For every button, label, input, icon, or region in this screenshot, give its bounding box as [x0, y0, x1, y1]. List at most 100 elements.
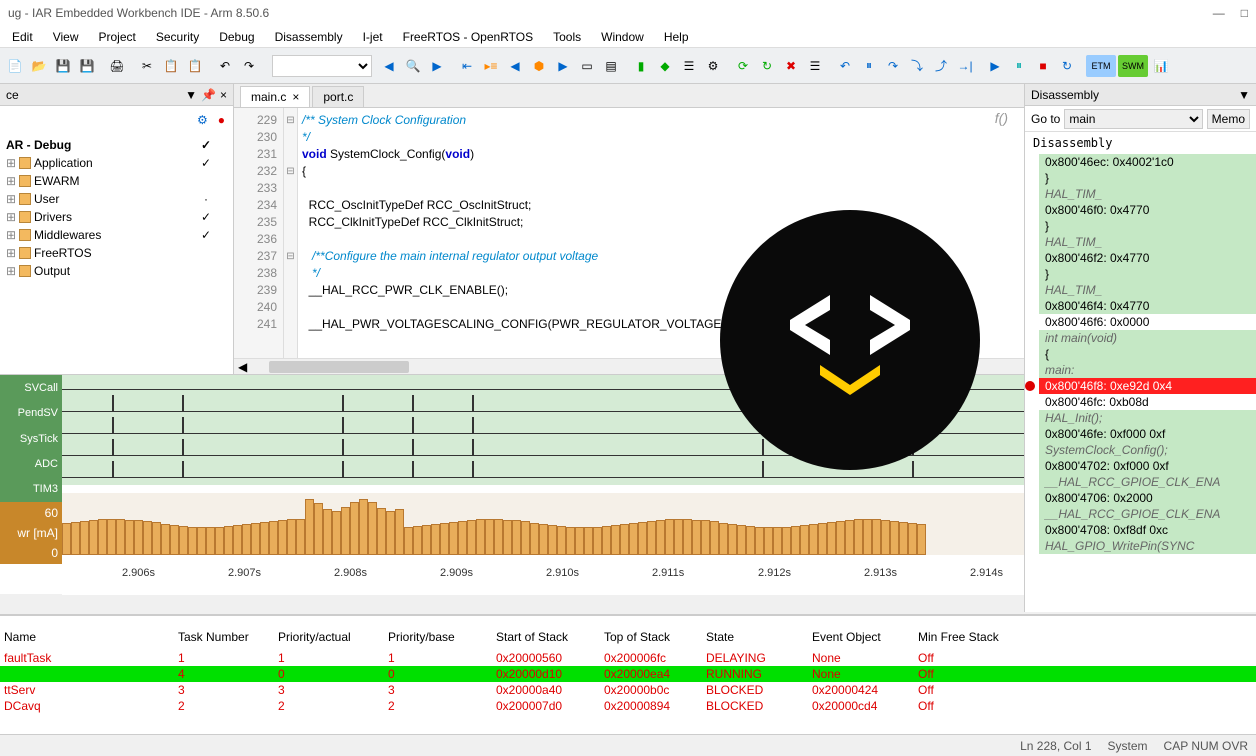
open-icon[interactable]: 📂	[28, 55, 50, 77]
disasm-line[interactable]: 0x800'46f8: 0xe92d 0x4	[1039, 378, 1256, 394]
print-icon[interactable]: 🖨	[106, 55, 128, 77]
paste-icon[interactable]: 📋	[184, 55, 206, 77]
tree-item-output[interactable]: ⊞Output	[4, 262, 229, 280]
disasm-line[interactable]: HAL_TIM_	[1039, 282, 1256, 298]
tool-icon[interactable]: ⚙	[702, 55, 724, 77]
minimize-icon[interactable]: —	[1213, 6, 1225, 20]
menu-tools[interactable]: Tools	[545, 28, 589, 46]
task-row[interactable]: 4000x20000d100x20000ea4RUNNINGNoneOff	[0, 666, 1256, 682]
disasm-line[interactable]: 0x800'46ec: 0x4002'1c0	[1039, 154, 1256, 170]
run-to-icon[interactable]: →|	[954, 55, 976, 77]
step-over-icon[interactable]: ↷	[882, 55, 904, 77]
disasm-line[interactable]: 0x800'46f0: 0x4770	[1039, 202, 1256, 218]
disasm-line[interactable]: 0x800'46f2: 0x4770	[1039, 250, 1256, 266]
disasm-line[interactable]: }	[1039, 170, 1256, 186]
reset-icon[interactable]: ↶	[834, 55, 856, 77]
halt-icon[interactable]: ■	[1032, 55, 1054, 77]
swm-badge[interactable]: SWM	[1118, 55, 1148, 77]
record-icon[interactable]: ●	[218, 113, 225, 127]
disasm-line[interactable]: main:	[1039, 362, 1256, 378]
next-icon[interactable]: ▶	[552, 55, 574, 77]
menu-disassembly[interactable]: Disassembly	[267, 28, 351, 46]
gear-icon[interactable]: ⚙	[197, 113, 208, 127]
stop-icon[interactable]: ✖	[780, 55, 802, 77]
disasm-line[interactable]: SystemClock_Config();	[1039, 442, 1256, 458]
maximize-icon[interactable]: □	[1241, 6, 1248, 20]
shield-icon[interactable]: ⬢	[528, 55, 550, 77]
disasm-line[interactable]: __HAL_RCC_GPIOE_CLK_ENA	[1039, 506, 1256, 522]
cube-icon[interactable]: ◆	[654, 55, 676, 77]
breakpoint-icon[interactable]	[1025, 381, 1035, 391]
close-tab-icon[interactable]: ×	[292, 90, 299, 104]
disasm-line[interactable]: 0x800'46fe: 0xf000 0xf	[1039, 426, 1256, 442]
window-icon[interactable]: ▭	[576, 55, 598, 77]
menu-debug[interactable]: Debug	[211, 28, 262, 46]
chip-green-icon[interactable]: ▮	[630, 55, 652, 77]
etm-badge[interactable]: ETM	[1086, 55, 1116, 77]
close-panel-icon[interactable]: ×	[220, 88, 227, 102]
tree-item-user[interactable]: ⊞User·	[4, 190, 229, 208]
menu-edit[interactable]: Edit	[4, 28, 41, 46]
tab-main-c[interactable]: main.c×	[240, 86, 310, 107]
menu-freertos-openrtos[interactable]: FreeRTOS - OpenRTOS	[395, 28, 542, 46]
nav-fwd-icon[interactable]: ▶	[426, 55, 448, 77]
tree-item-freertos[interactable]: ⊞FreeRTOS	[4, 244, 229, 262]
disasm-line[interactable]: }	[1039, 266, 1256, 282]
disasm-line[interactable]: 0x800'46f6: 0x0000	[1039, 314, 1256, 330]
task-row[interactable]: ttServ3330x20000a400x20000b0cBLOCKED0x20…	[0, 682, 1256, 698]
disasm-line[interactable]: HAL_TIM_	[1039, 186, 1256, 202]
step-out-icon[interactable]: ⤴	[930, 55, 952, 77]
search-combo[interactable]	[272, 55, 372, 77]
tree-root[interactable]: AR - Debug ✓	[4, 136, 229, 154]
refresh-icon[interactable]: ⟳	[732, 55, 754, 77]
tree-item-application[interactable]: ⊞Application✓	[4, 154, 229, 172]
copy-icon[interactable]: 📋	[160, 55, 182, 77]
new-file-icon[interactable]: 📄	[4, 55, 26, 77]
menu-view[interactable]: View	[45, 28, 87, 46]
pause-icon[interactable]: ⏸	[858, 55, 880, 77]
save-icon[interactable]: 💾	[52, 55, 74, 77]
menu-security[interactable]: Security	[148, 28, 207, 46]
dropdown-icon[interactable]: ▼	[185, 88, 197, 102]
disasm-line[interactable]: __HAL_RCC_GPIOE_CLK_ENA	[1039, 474, 1256, 490]
tree-item-drivers[interactable]: ⊞Drivers✓	[4, 208, 229, 226]
list-icon[interactable]: ▤	[600, 55, 622, 77]
goto-select[interactable]: main	[1064, 109, 1202, 129]
toggle-bookmark-icon[interactable]: ▸≡	[480, 55, 502, 77]
undo-icon[interactable]: ↶	[214, 55, 236, 77]
pin-icon[interactable]: 📌	[201, 88, 216, 102]
disasm-line[interactable]: HAL_TIM_	[1039, 234, 1256, 250]
zoom-icon[interactable]: 🔍	[402, 55, 424, 77]
fold-gutter[interactable]: ⊟ ⊟ ⊟	[284, 108, 298, 358]
project-tree[interactable]: AR - Debug ✓ ⊞Application✓⊞EWARM⊞User·⊞D…	[0, 134, 233, 282]
nav-back-icon[interactable]: ◀	[378, 55, 400, 77]
disasm-line[interactable]: 0x800'4702: 0xf000 0xf	[1039, 458, 1256, 474]
menu-help[interactable]: Help	[656, 28, 697, 46]
save-all-icon[interactable]: 💾	[76, 55, 98, 77]
disasm-line[interactable]: 0x800'4706: 0x2000	[1039, 490, 1256, 506]
tab-port-c[interactable]: port.c	[312, 86, 364, 107]
disasm-listing[interactable]: 0x800'46ec: 0x4002'1c0} HAL_TIM_ 0x800'4…	[1025, 154, 1256, 612]
break-icon[interactable]: ⏸	[1008, 55, 1030, 77]
disasm-line[interactable]: 0x800'46fc: 0xb08d	[1039, 394, 1256, 410]
prev-bookmark-icon[interactable]: ⇤	[456, 55, 478, 77]
redo-icon[interactable]: ↷	[238, 55, 260, 77]
reload-icon[interactable]: ↻	[756, 55, 778, 77]
task-row[interactable]: faultTask1110x200005600x200006fcDELAYING…	[0, 650, 1256, 666]
menu-project[interactable]: Project	[90, 28, 143, 46]
memo-button[interactable]: Memo	[1207, 109, 1250, 129]
task-row[interactable]: DCavq2220x200007d00x20000894BLOCKED0x200…	[0, 698, 1256, 714]
chart-icon[interactable]: 📊	[1150, 55, 1172, 77]
tree-item-ewarm[interactable]: ⊞EWARM	[4, 172, 229, 190]
restart-icon[interactable]: ↻	[1056, 55, 1078, 77]
run-icon[interactable]: ▶	[984, 55, 1006, 77]
prev-icon[interactable]: ◀	[504, 55, 526, 77]
step-into-icon[interactable]: ⤵	[906, 55, 928, 77]
disasm-line[interactable]: 0x800'4708: 0xf8df 0xc	[1039, 522, 1256, 538]
menu-window[interactable]: Window	[593, 28, 652, 46]
disasm-line[interactable]: HAL_Init();	[1039, 410, 1256, 426]
dropdown-icon[interactable]: ▼	[1238, 88, 1250, 102]
disasm-line[interactable]: {	[1039, 346, 1256, 362]
tree-item-middlewares[interactable]: ⊞Middlewares✓	[4, 226, 229, 244]
disasm-line[interactable]: int main(void)	[1039, 330, 1256, 346]
